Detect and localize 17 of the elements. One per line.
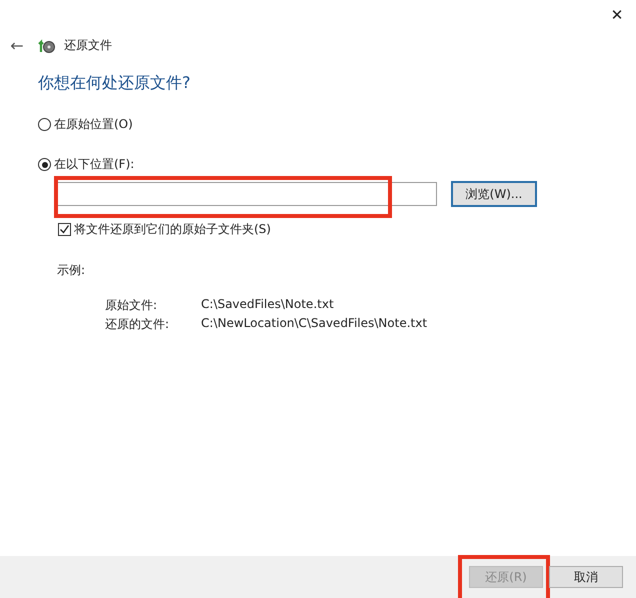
radio-option[interactable]: 在以下位置(F): [38,156,134,173]
restore-icon [38,37,56,53]
location-field[interactable] [57,182,437,206]
example-label: 原始文件: [105,297,158,314]
window-title: 还原文件 [64,36,112,54]
example-title: 示例: [57,262,86,279]
dialog-button[interactable]: 取消 [549,566,623,588]
example-path: C:\SavedFiles\Note.txt [201,297,335,313]
dialog-heading: 你想在何处还原文件? [38,73,192,94]
close-button[interactable]: ✕ [602,2,632,28]
radio-label: 在原始位置(O) [54,116,133,133]
example-label: 还原的文件: [105,316,170,333]
radio-option[interactable]: 在原始位置(O) [38,116,133,133]
example-path: C:\NewLocation\C\SavedFiles\Note.txt [201,316,428,332]
browse-button[interactable]: 浏览(W)... [451,181,537,207]
back-button[interactable]: ← [8,36,26,54]
radio-label: 在以下位置(F): [54,156,134,173]
